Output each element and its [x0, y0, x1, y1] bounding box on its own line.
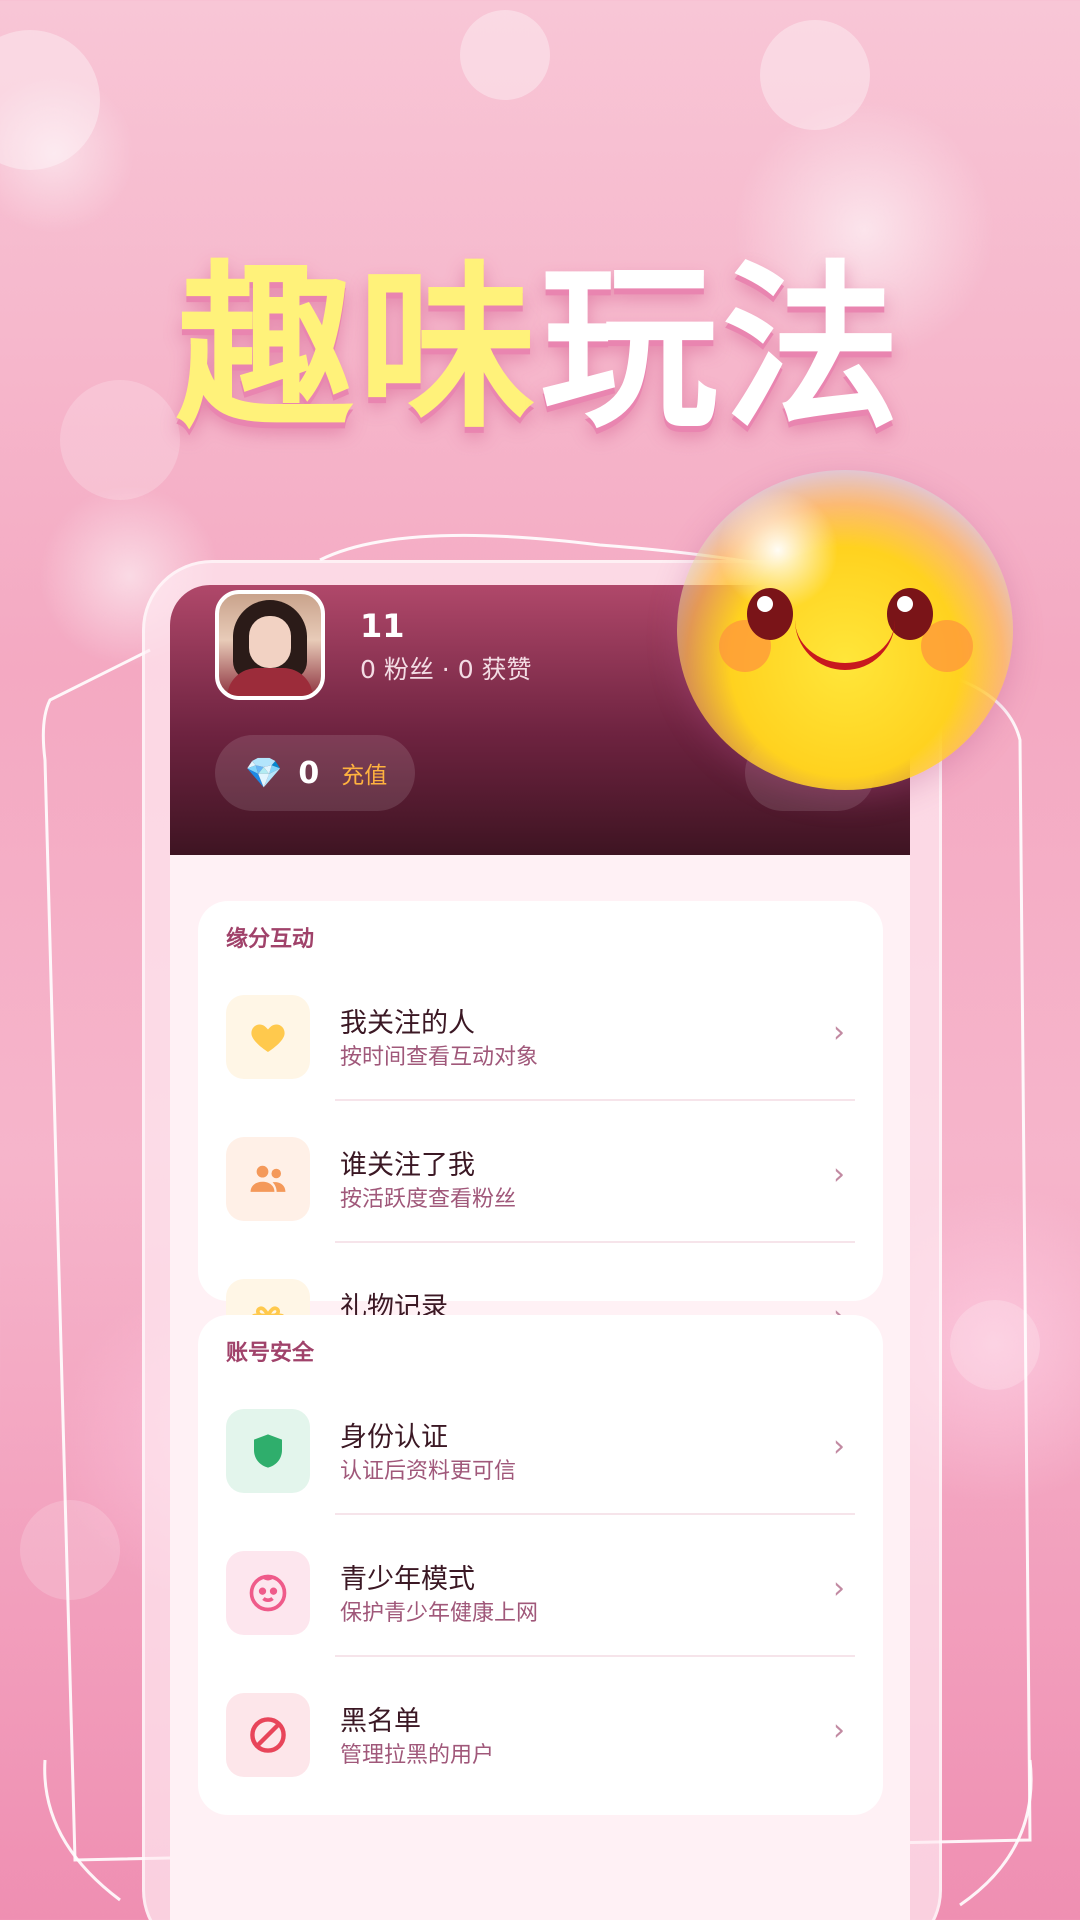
avatar[interactable]	[215, 590, 325, 700]
baby-face-icon	[226, 1551, 310, 1635]
mascot-eye	[747, 588, 793, 640]
chevron-right-icon: ›	[833, 1429, 845, 1464]
chevron-right-icon: ›	[833, 1015, 845, 1050]
chevron-right-icon: ›	[833, 1157, 845, 1192]
profile-screen: 11 0 粉丝 · 0 获赞 💎 0 充值 缘分互动 我关注的人按时间查看互动对…	[170, 585, 910, 1920]
menu-row[interactable]: 身份认证认证后资料更可信 ›	[198, 1373, 883, 1515]
wallet-pill[interactable]: 💎 0 充值	[215, 735, 415, 811]
menu-row[interactable]: 谁关注了我按活跃度查看粉丝 ›	[198, 1101, 883, 1243]
menu-row-subtitle: 按时间查看互动对象	[340, 1045, 539, 1070]
menu-row[interactable]: 青少年模式保护青少年健康上网 ›	[198, 1515, 883, 1657]
menu-row-subtitle: 认证后资料更可信	[340, 1459, 517, 1484]
menu-row-subtitle: 按活跃度查看粉丝	[340, 1187, 517, 1212]
menu-row-title: 谁关注了我	[340, 1150, 475, 1181]
menu-row-title: 我关注的人	[340, 1008, 475, 1039]
user-name: 11	[360, 607, 405, 645]
shield-icon	[226, 1409, 310, 1493]
section-card-interaction: 缘分互动 我关注的人按时间查看互动对象›谁关注了我按活跃度查看粉丝›礼物记录查看…	[198, 901, 883, 1363]
menu-row[interactable]: 我关注的人按时间查看互动对象 ›	[198, 959, 883, 1101]
diamond-icon: 💎	[245, 755, 283, 791]
heart-icon	[226, 995, 310, 1079]
block-icon	[226, 1693, 310, 1777]
menu-row-subtitle: 保护青少年健康上网	[340, 1601, 539, 1626]
menu-row-subtitle: 管理拉黑的用户	[340, 1743, 495, 1768]
user-stats: 0 粉丝 · 0 获赞	[360, 655, 532, 684]
menu-row-title: 身份认证	[340, 1422, 448, 1453]
smiley-bubble-mascot	[677, 470, 1013, 790]
section-card-security: 账号安全 身份认证 认证后资料更可信 › 青少年模式 保护青少年健康上网 › 黑名单 管理拉黑…	[198, 1315, 883, 1815]
chevron-right-icon: ›	[833, 1713, 845, 1748]
people-icon	[226, 1137, 310, 1221]
avatar-body	[227, 668, 313, 696]
menu-row-title: 黑名单	[340, 1706, 421, 1737]
menu-row[interactable]: 黑名单管理拉黑的用户 ›	[198, 1657, 883, 1799]
chevron-right-icon: ›	[833, 1571, 845, 1606]
avatar-face	[249, 616, 291, 668]
wallet-balance: 0	[298, 755, 320, 791]
section-title: 缘分互动	[226, 927, 315, 952]
recharge-button[interactable]: 充值	[341, 756, 387, 790]
mascot-mouth	[795, 620, 895, 670]
section-title: 账号安全	[226, 1341, 315, 1366]
menu-row-title: 青少年模式	[340, 1564, 475, 1595]
mascot-eye	[887, 588, 933, 640]
